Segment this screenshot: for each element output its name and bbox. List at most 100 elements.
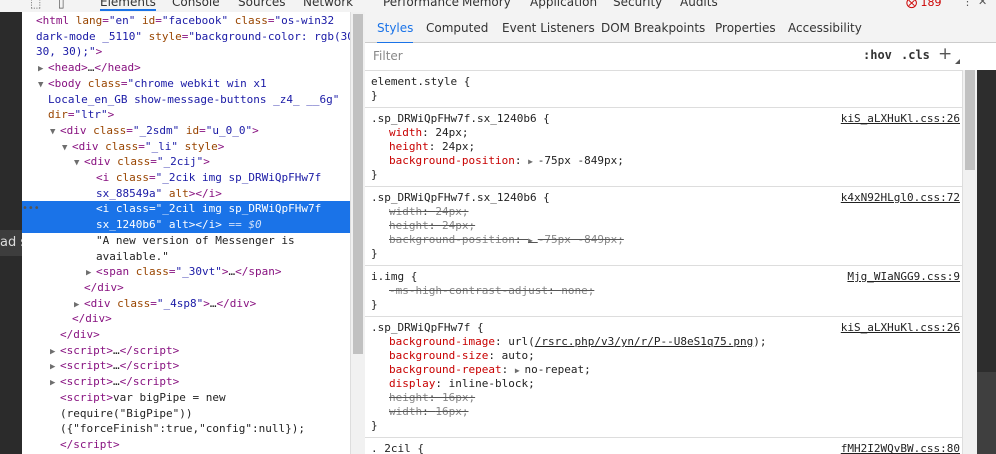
expand-toggle-icon[interactable]: ▼ [38,77,48,93]
css-property[interactable]: background-repeat: ▶ no-repeat; [389,363,591,377]
dom-node-line[interactable]: ▶ <script>…</script> [22,343,350,359]
css-property-value[interactable]: url( [508,335,535,348]
expand-toggle-icon[interactable]: ▼ [62,140,72,156]
rule-source-link[interactable]: kiS_aLXHuKl.css:26 [841,112,960,125]
expand-toggle-icon[interactable]: ▶ [50,375,60,391]
resource-url-link[interactable]: /rsrc.php/v3/yn/r/P--U8eS1q75.png [535,335,754,348]
dom-node-line[interactable]: ▼ <body class="chrome webkit win x1 [22,76,350,92]
rule-source-link[interactable]: Mjg_WIaNGG9.css:9 [847,270,960,283]
css-property-value[interactable]: no-repeat; [524,363,590,376]
css-property-name[interactable]: background-size [389,349,488,362]
expand-toggle-icon[interactable]: ▶ [74,297,84,313]
css-property-name[interactable]: -ms-high-contrast-adjust [389,284,548,297]
css-property-name[interactable]: height [389,140,429,153]
expand-value-icon[interactable]: ▶ [528,236,538,245]
inspect-element-icon[interactable]: ⬚ [30,0,41,10]
tab-sources[interactable]: Sources [238,0,285,9]
tab-audits[interactable]: Audits [680,0,718,9]
dom-node-line[interactable]: (require("BigPipe")) [22,406,350,422]
dom-node-line[interactable]: ▶ <script>…</script> [22,374,350,390]
css-property-value[interactable]: 24px; [435,126,468,139]
dom-node-line[interactable]: ▶ <head>…</head> [22,60,350,76]
styles-scrollbar-thumb[interactable] [965,70,975,170]
css-property[interactable]: width: 16px; [389,405,469,419]
dom-node-line[interactable]: dir="ltr"> [22,107,350,123]
close-icon[interactable]: ✕ [978,0,987,8]
tab-network[interactable]: Network [303,0,353,9]
new-style-rule-button[interactable]: + [938,44,952,64]
dom-node-line[interactable]: ▶ <script>…</script> [22,358,350,374]
rule-selector[interactable]: ._2cil { [371,442,424,454]
css-property[interactable]: display: inline-block; [389,377,535,391]
css-property-value[interactable]: 24px; [442,140,475,153]
sidebar-tab-styles[interactable]: Styles [377,12,414,44]
tab-console[interactable]: Console [172,0,220,9]
dom-node-line[interactable]: ({"forceFinish":true,"config":null}); [22,421,350,437]
css-property-value[interactable]: 16px; [435,405,468,418]
css-property[interactable]: height: 24px; [389,140,475,154]
css-property[interactable]: background-size: auto; [389,349,535,363]
rule-menu-icon[interactable] [955,59,960,64]
dom-node-line[interactable]: <script>var bigPipe = new [22,390,350,406]
dom-node-line[interactable]: </div> [22,311,350,327]
tab-security[interactable]: Security [613,0,662,9]
css-property[interactable]: width: 24px; [389,205,469,219]
dom-node-line[interactable]: dark-mode _5110" style="background-color… [22,29,350,45]
styles-scrollbar[interactable] [962,70,977,454]
selected-node-ellipsis-icon[interactable]: ••• [22,201,42,217]
sidebar-tab-event-listeners[interactable]: Event Listeners [502,12,595,42]
dom-node-line[interactable]: ▼ <div class="_2sdm" id="u_0_0"> [22,123,350,139]
css-property-value[interactable]: 24px; [442,219,475,232]
rule-source-link[interactable]: kiS_aLXHuKl.css:26 [841,321,960,334]
dom-node-line[interactable]: ▶ <div class="_4sp8">…</div> [22,296,350,312]
dom-node-line[interactable]: "A new version of Messenger is [22,233,350,249]
selected-dom-node[interactable]: <i class="_2cil img sp_DRWiQpFHw7f [22,201,350,218]
css-property-name[interactable]: height [389,219,429,232]
css-property[interactable]: height: 24px; [389,219,475,233]
css-property[interactable]: width: 24px; [389,126,469,140]
expand-toggle-icon[interactable]: ▶ [50,344,60,360]
rule-source-link[interactable]: fMH2I2WQvBW.css:80 [841,442,960,454]
expand-value-icon[interactable]: ▶ [528,157,538,166]
css-property-value[interactable]: -75px -849px; [538,154,624,167]
css-property-name[interactable]: display [389,377,435,390]
rule-selector[interactable]: .sp_DRWiQpFHw7f { [371,321,484,335]
css-property[interactable]: height: 16px; [389,391,475,405]
css-property-name[interactable]: background-position [389,154,515,167]
rule-selector[interactable]: .sp_DRWiQpFHw7f.sx_1240b6 { [371,191,550,205]
device-toolbar-icon[interactable]: ▯ [58,0,65,10]
css-property-value[interactable]: none; [561,284,594,297]
elements-scrollbar-thumb[interactable] [353,14,363,354]
tab-performance[interactable]: Performance [383,0,459,9]
dom-node-line[interactable]: </div> [22,327,350,343]
error-count-badge[interactable]: ⨂ 189 [906,0,942,9]
css-property-name[interactable]: background-image [389,335,495,348]
hover-state-toggle[interactable]: :hov [863,48,892,62]
rule-selector[interactable]: i.img { [371,270,417,284]
css-property[interactable]: background-image: url(/rsrc.php/v3/yn/r/… [389,335,767,349]
css-property[interactable]: -ms-high-contrast-adjust: none; [389,284,594,298]
css-property[interactable]: background-position: ▶ -75px -849px; [389,154,624,168]
sidebar-tab-computed[interactable]: Computed [426,12,488,42]
css-property-name[interactable]: width [389,205,422,218]
css-property-value[interactable]: 24px; [435,205,468,218]
dom-node-line[interactable]: ▶ <span class="_30vt">…</span> [22,264,350,280]
dom-node-line[interactable]: Locale_en_GB show-message-buttons _z4_ _… [22,92,350,108]
css-property-value[interactable]: -75px -849px; [538,233,624,246]
class-toggle[interactable]: .cls [901,48,930,62]
css-property-value[interactable]: 16px; [442,391,475,404]
rule-selector[interactable]: .sp_DRWiQpFHw7f.sx_1240b6 { [371,112,550,126]
expand-toggle-icon[interactable]: ▼ [50,124,60,140]
css-property-name[interactable]: background-repeat [389,363,502,376]
css-property-name[interactable]: width [389,126,422,139]
tab-elements[interactable]: Elements [100,0,156,11]
expand-toggle-icon[interactable]: ▶ [86,265,96,281]
styles-filter-input[interactable] [369,47,857,65]
expand-toggle-icon[interactable]: ▶ [50,359,60,375]
css-property[interactable]: background-position: ▶ -75px -849px; [389,233,624,247]
dom-node-line[interactable]: available." [22,249,350,265]
tab-application[interactable]: Application [530,0,597,9]
dom-node-line[interactable]: <html lang="en" id="facebook" class="os-… [22,13,350,29]
selected-dom-node[interactable]: sx_1240b6" alt></i> == $0 [22,217,350,234]
dom-node-line[interactable]: sx_88549a" alt></i> [22,186,350,202]
